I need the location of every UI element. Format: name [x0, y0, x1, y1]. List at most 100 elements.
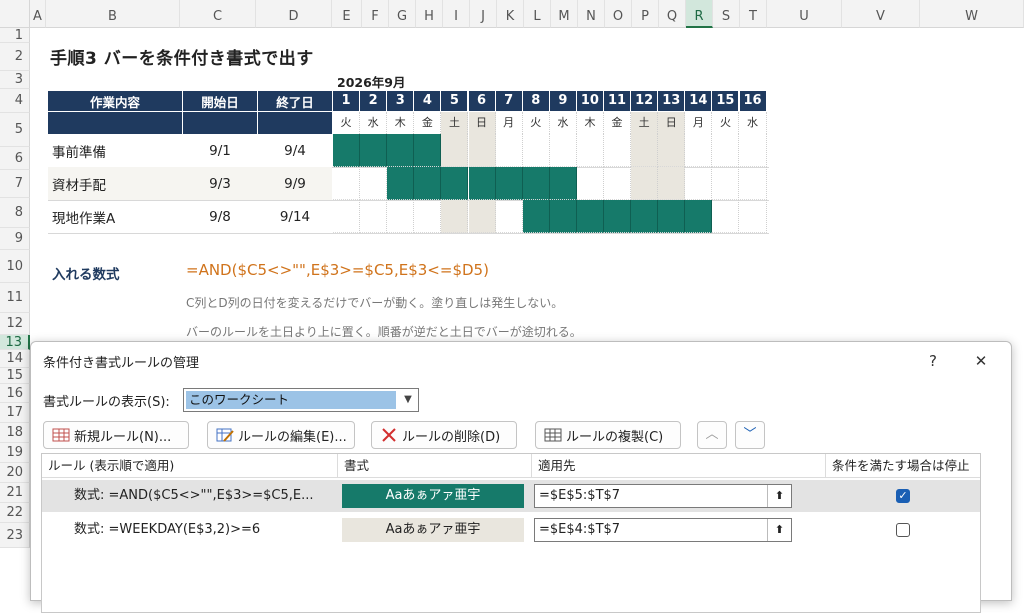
task-end-date[interactable]: 9/14	[258, 200, 332, 233]
move-down-button[interactable]: ﹀	[735, 421, 765, 449]
row-header-17[interactable]: 17	[0, 403, 30, 423]
row-header-19[interactable]: 19	[0, 443, 30, 463]
gantt-bar-cell[interactable]	[549, 200, 577, 233]
col-header-rule[interactable]: ルール (表示順で適用)	[42, 454, 338, 478]
gantt-bar-cell[interactable]	[522, 200, 550, 233]
column-header-l[interactable]: L	[524, 0, 551, 28]
row-header-9[interactable]: 9	[0, 228, 30, 250]
row-header-20[interactable]: 20	[0, 463, 30, 483]
col-header-applies[interactable]: 適用先	[532, 454, 826, 478]
row-header-21[interactable]: 21	[0, 483, 30, 503]
delete-rule-button[interactable]: ルールの削除(D)	[371, 421, 517, 449]
task-start-date[interactable]: 9/1	[183, 134, 257, 167]
collapse-range-icon[interactable]: ⬆	[767, 485, 791, 507]
select-all-corner[interactable]	[0, 0, 30, 28]
task-start-date[interactable]: 9/3	[183, 167, 257, 200]
gantt-cell[interactable]	[739, 200, 767, 233]
column-header-s[interactable]: S	[713, 0, 740, 28]
row-header-18[interactable]: 18	[0, 423, 30, 443]
gantt-cell[interactable]	[685, 134, 713, 167]
move-up-button[interactable]: ︿	[697, 421, 727, 449]
row-header-3[interactable]: 3	[0, 71, 30, 89]
row-header-11[interactable]: 11	[0, 283, 30, 313]
gantt-cell[interactable]	[441, 200, 469, 233]
collapse-range-icon[interactable]: ⬆	[767, 519, 791, 541]
stop-if-true-checkbox[interactable]	[896, 523, 910, 537]
column-header-t[interactable]: T	[740, 0, 767, 28]
gantt-cell[interactable]	[712, 167, 740, 200]
column-header-q[interactable]: Q	[659, 0, 686, 28]
gantt-bar-cell[interactable]	[468, 167, 496, 200]
gantt-cell[interactable]	[333, 167, 361, 200]
column-header-j[interactable]: J	[470, 0, 497, 28]
gantt-cell[interactable]	[739, 134, 767, 167]
column-header-w[interactable]: W	[920, 0, 1024, 28]
row-header-2[interactable]: 2	[0, 43, 30, 71]
column-header-k[interactable]: K	[497, 0, 524, 28]
row-header-5[interactable]: 5	[0, 113, 30, 147]
gantt-cell[interactable]	[631, 167, 659, 200]
gantt-cell[interactable]	[414, 200, 442, 233]
gantt-cell[interactable]	[387, 200, 415, 233]
row-header-6[interactable]: 6	[0, 147, 30, 170]
gantt-cell[interactable]	[441, 134, 469, 167]
gantt-bar-cell[interactable]	[441, 167, 469, 200]
row-header-1[interactable]: 1	[0, 28, 30, 43]
gantt-bar-cell[interactable]	[495, 167, 523, 200]
applies-to-field[interactable]: =$E$4:$T$7 ⬆	[534, 518, 792, 542]
gantt-cell[interactable]	[658, 134, 686, 167]
gantt-bar-cell[interactable]	[522, 167, 550, 200]
rule-row[interactable]: 数式: =WEEKDAY(E$3,2)>=6 Aaあぁアァ亜宇 =$E$4:$T$7…	[42, 514, 980, 546]
task-end-date[interactable]: 9/9	[258, 167, 332, 200]
gantt-cell[interactable]	[333, 200, 361, 233]
gantt-bar-cell[interactable]	[387, 134, 415, 167]
gantt-cell[interactable]	[604, 134, 632, 167]
gantt-bar-cell[interactable]	[360, 134, 388, 167]
column-header-o[interactable]: O	[605, 0, 632, 28]
row-header-8[interactable]: 8	[0, 198, 30, 228]
formula-text[interactable]: =AND($C5<>"",E$3>=$C5,E$3<=$D5)	[186, 261, 489, 279]
row-header-23[interactable]: 23	[0, 523, 30, 548]
column-header-c[interactable]: C	[180, 0, 256, 28]
gantt-bar-cell[interactable]	[414, 134, 442, 167]
rule-row[interactable]: 数式: =AND($C5<>"",E$3>=$C5,E... Aaあぁアァ亜宇 =$…	[42, 480, 980, 512]
gantt-cell[interactable]	[712, 200, 740, 233]
gantt-bar-cell[interactable]	[658, 200, 686, 233]
column-header-v[interactable]: V	[842, 0, 920, 28]
column-header-i[interactable]: I	[443, 0, 470, 28]
gantt-cell[interactable]	[631, 134, 659, 167]
row-header-14[interactable]: 14	[0, 350, 30, 368]
row-header-7[interactable]: 7	[0, 170, 30, 198]
column-header-m[interactable]: M	[551, 0, 578, 28]
gantt-cell[interactable]	[468, 200, 496, 233]
task-start-date[interactable]: 9/8	[183, 200, 257, 233]
col-header-format[interactable]: 書式	[338, 454, 532, 478]
column-header-p[interactable]: P	[632, 0, 659, 28]
chevron-down-icon[interactable]: ▼	[398, 389, 418, 411]
gantt-cell[interactable]	[360, 167, 388, 200]
task-end-date[interactable]: 9/4	[258, 134, 332, 167]
gantt-cell[interactable]	[468, 134, 496, 167]
row-header-4[interactable]: 4	[0, 89, 30, 113]
column-header-a[interactable]: A	[30, 0, 46, 28]
new-rule-button[interactable]: 新規ルール(N)...	[43, 421, 189, 449]
gantt-bar-cell[interactable]	[576, 200, 604, 233]
task-name[interactable]: 資材手配	[48, 167, 182, 200]
row-header-22[interactable]: 22	[0, 503, 30, 523]
gantt-cell[interactable]	[604, 167, 632, 200]
column-header-h[interactable]: H	[416, 0, 443, 28]
row-header-12[interactable]: 12	[0, 313, 30, 335]
gantt-cell[interactable]	[360, 200, 388, 233]
gantt-cell[interactable]	[712, 134, 740, 167]
dialog-titlebar[interactable]: 条件付き書式ルールの管理 ? ✕	[31, 342, 1011, 378]
stop-if-true-checkbox[interactable]: ✓	[896, 489, 910, 503]
column-header-n[interactable]: N	[578, 0, 605, 28]
column-header-b[interactable]: B	[46, 0, 180, 28]
close-button[interactable]: ✕	[959, 348, 1003, 374]
gantt-bar-cell[interactable]	[333, 134, 361, 167]
gantt-bar-cell[interactable]	[387, 167, 415, 200]
row-header-10[interactable]: 10	[0, 250, 30, 283]
column-header-f[interactable]: F	[362, 0, 389, 28]
gantt-cell[interactable]	[549, 134, 577, 167]
col-header-stop[interactable]: 条件を満たす場合は停止	[826, 454, 980, 478]
